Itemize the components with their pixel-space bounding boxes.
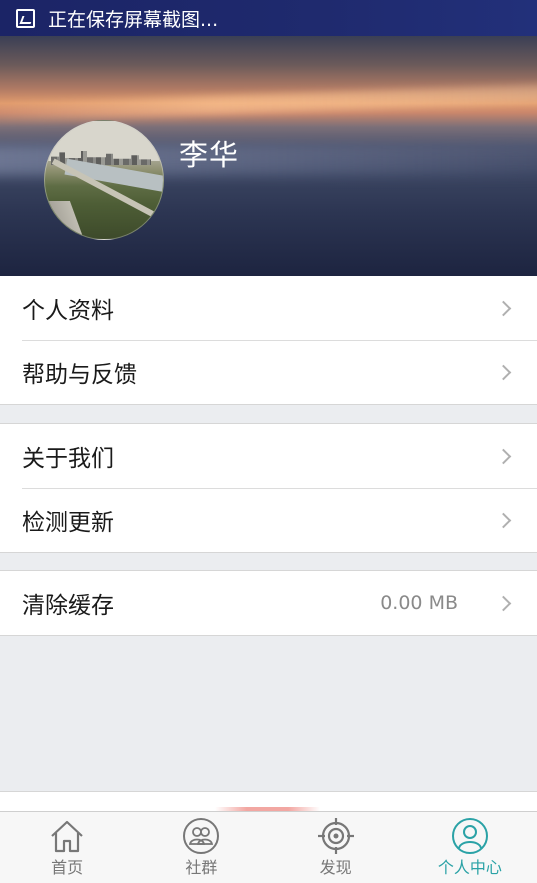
- nav-label: 个人中心: [437, 858, 502, 877]
- group-icon: [183, 818, 220, 854]
- chevron-right-icon: [495, 512, 512, 528]
- header-background-streak: [0, 82, 537, 124]
- logout-button-partial[interactable]: [0, 791, 537, 812]
- nav-item-discover[interactable]: 发现: [269, 812, 403, 883]
- nav-item-home[interactable]: 首页: [0, 812, 134, 883]
- chevron-right-icon: [495, 300, 512, 316]
- menu-item-label: 清除缓存: [22, 593, 114, 619]
- nav-label: 社群: [185, 858, 218, 877]
- user-icon: [451, 818, 488, 854]
- nav-item-personal-center[interactable]: 个人中心: [403, 812, 537, 883]
- nav-label: 发现: [319, 858, 352, 877]
- menu-item-clear-cache[interactable]: 清除缓存 0.00 MB: [0, 571, 537, 635]
- user-name: 李华: [179, 138, 240, 172]
- screenshot-icon: [16, 8, 35, 28]
- cache-size-value: 0.00 MB: [380, 592, 458, 614]
- profile-header: 李华: [0, 36, 537, 276]
- chevron-right-icon: [495, 595, 512, 611]
- discover-icon: [317, 818, 354, 854]
- menu-item-help-feedback[interactable]: 帮助与反馈: [0, 340, 537, 404]
- menu-item-label: 帮助与反馈: [22, 362, 137, 388]
- menu-item-profile[interactable]: 个人资料: [0, 276, 537, 340]
- menu-group-about: 关于我们 检测更新: [0, 423, 537, 553]
- menu-item-label: 检测更新: [22, 510, 114, 536]
- chevron-right-icon: [495, 364, 512, 380]
- menu-group-account: 个人资料 帮助与反馈: [0, 276, 537, 405]
- menu-item-label: 个人资料: [22, 298, 114, 324]
- status-bar: 正在保存屏幕截图...: [0, 0, 537, 36]
- home-icon: [51, 820, 83, 853]
- nav-label: 首页: [51, 858, 84, 877]
- bottom-nav: 首页 社群 发现 个人中心: [0, 811, 537, 883]
- status-text: 正在保存屏幕截图...: [48, 8, 219, 31]
- menu-item-about-us[interactable]: 关于我们: [0, 424, 537, 488]
- nav-item-community[interactable]: 社群: [134, 812, 268, 883]
- menu-group-cache: 清除缓存 0.00 MB: [0, 570, 537, 636]
- avatar[interactable]: [44, 120, 164, 240]
- chevron-right-icon: [495, 448, 512, 464]
- menu-item-label: 关于我们: [22, 446, 114, 472]
- menu-item-check-update[interactable]: 检测更新: [0, 488, 537, 552]
